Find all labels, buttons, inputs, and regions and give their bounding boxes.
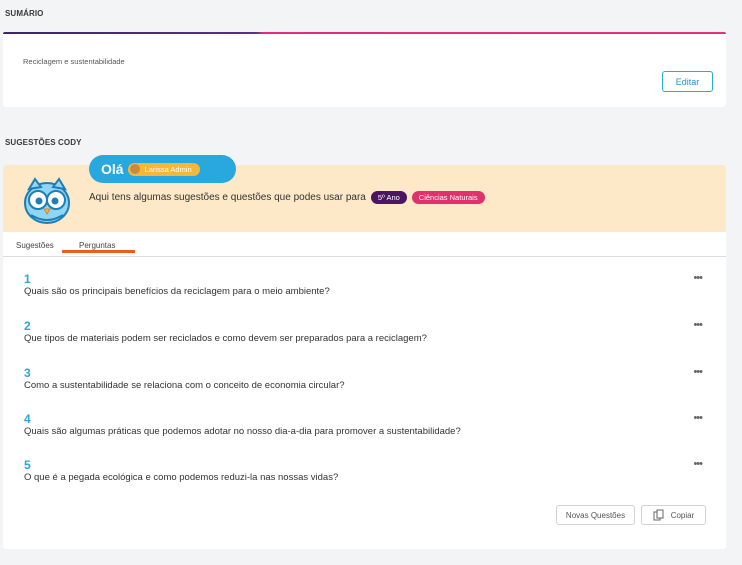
user-chip: Larissa Admin	[127, 162, 200, 176]
new-questions-button[interactable]: Novas Questões	[556, 505, 635, 525]
question-number: 4	[24, 412, 31, 426]
question-item: 4 Quais são algumas práticas que podemos…	[24, 412, 714, 437]
greeting-text: Olá	[101, 161, 124, 177]
cody-owl-icon	[24, 177, 70, 224]
question-number: 2	[24, 319, 31, 333]
question-text: Quais são algumas práticas que podemos a…	[24, 426, 461, 437]
question-text: O que é a pegada ecológica e como podemo…	[24, 472, 339, 483]
more-options-icon[interactable]: •••	[693, 319, 703, 331]
user-name: Larissa Admin	[144, 164, 192, 174]
cody-section-title: SUGESTÕES CODY	[5, 138, 82, 147]
copy-label: Copiar	[670, 510, 695, 520]
active-tab-indicator	[62, 250, 135, 253]
question-item: 3 Como a sustentabilidade se relaciona c…	[24, 366, 714, 391]
edit-button[interactable]: Editar	[662, 71, 713, 92]
cody-card: Olá Larissa Admin Aqui tens algumas suge…	[3, 155, 726, 549]
avatar	[129, 164, 140, 174]
question-text: Que tipos de materiais podem ser recicla…	[24, 333, 427, 344]
summary-card: Reciclagem e sustentabilidade Editar	[3, 32, 726, 107]
question-text: Como a sustentabilidade se relaciona com…	[24, 380, 345, 391]
copy-button[interactable]: Copiar	[641, 505, 706, 525]
tab-bar: Sugestões Perguntas	[3, 235, 726, 257]
summary-gradient-bar	[3, 32, 726, 34]
greeting-bubble: Olá Larissa Admin	[89, 155, 236, 183]
more-options-icon[interactable]: •••	[693, 366, 703, 378]
banner-intro: Aqui tens algumas sugestões e questões q…	[89, 191, 485, 204]
question-number: 3	[24, 366, 31, 380]
summary-text: Reciclagem e sustentabilidade	[23, 57, 125, 66]
intro-text: Aqui tens algumas sugestões e questões q…	[89, 192, 366, 203]
tab-sugestoes[interactable]: Sugestões	[16, 241, 54, 250]
summary-section-title: SUMÁRIO	[5, 9, 44, 18]
question-number: 5	[24, 458, 31, 472]
subject-badge: Ciências Naturais	[411, 191, 485, 204]
cody-banner: Olá Larissa Admin Aqui tens algumas suge…	[3, 155, 726, 232]
tab-perguntas[interactable]: Perguntas	[79, 241, 115, 250]
more-options-icon[interactable]: •••	[693, 272, 703, 284]
more-options-icon[interactable]: •••	[693, 412, 703, 424]
question-number: 1	[24, 272, 31, 286]
question-item: 5 O que é a pegada ecológica e como pode…	[24, 458, 714, 483]
question-item: 1 Quais são os principais benefícios da …	[24, 272, 714, 297]
more-options-icon[interactable]: •••	[693, 458, 703, 470]
year-badge: 5º Ano	[370, 191, 407, 204]
copy-icon	[653, 509, 664, 521]
question-item: 2 Que tipos de materiais podem ser recic…	[24, 319, 714, 344]
question-text: Quais são os principais benefícios da re…	[24, 286, 330, 297]
